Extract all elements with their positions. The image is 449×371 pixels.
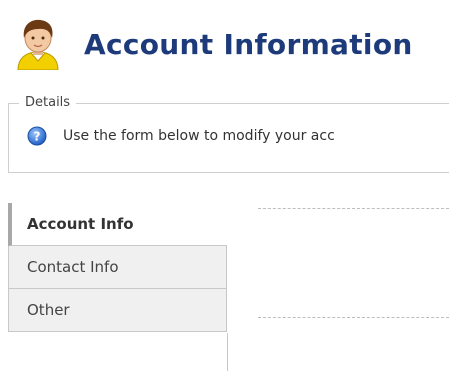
page: Account Information Details ? Use the fo… <box>0 0 449 371</box>
tab-other[interactable]: Other <box>8 289 227 332</box>
user-avatar-icon <box>17 19 59 70</box>
details-text: Use the form below to modify your acc <box>63 128 335 144</box>
svg-text:?: ? <box>34 130 41 144</box>
dashed-separator <box>258 317 449 318</box>
tab-label: Contact Info <box>27 258 119 276</box>
tab-label: Other <box>27 301 70 319</box>
help-icon: ? <box>27 126 47 146</box>
tab-panel-border <box>227 333 228 371</box>
details-legend: Details <box>19 95 77 110</box>
page-title: Account Information <box>84 27 413 61</box>
tab-label: Account Info <box>27 215 134 233</box>
details-fieldset: Details ? Use the form below to modify y… <box>8 95 449 173</box>
details-row: ? Use the form below to modify your acc <box>27 126 335 146</box>
dashed-separator <box>258 208 449 209</box>
tab-contact-info[interactable]: Contact Info <box>8 246 227 289</box>
header: Account Information <box>14 18 413 70</box>
tab-account-info[interactable]: Account Info <box>8 203 227 246</box>
tab-list: Account Info Contact Info Other <box>8 203 227 332</box>
